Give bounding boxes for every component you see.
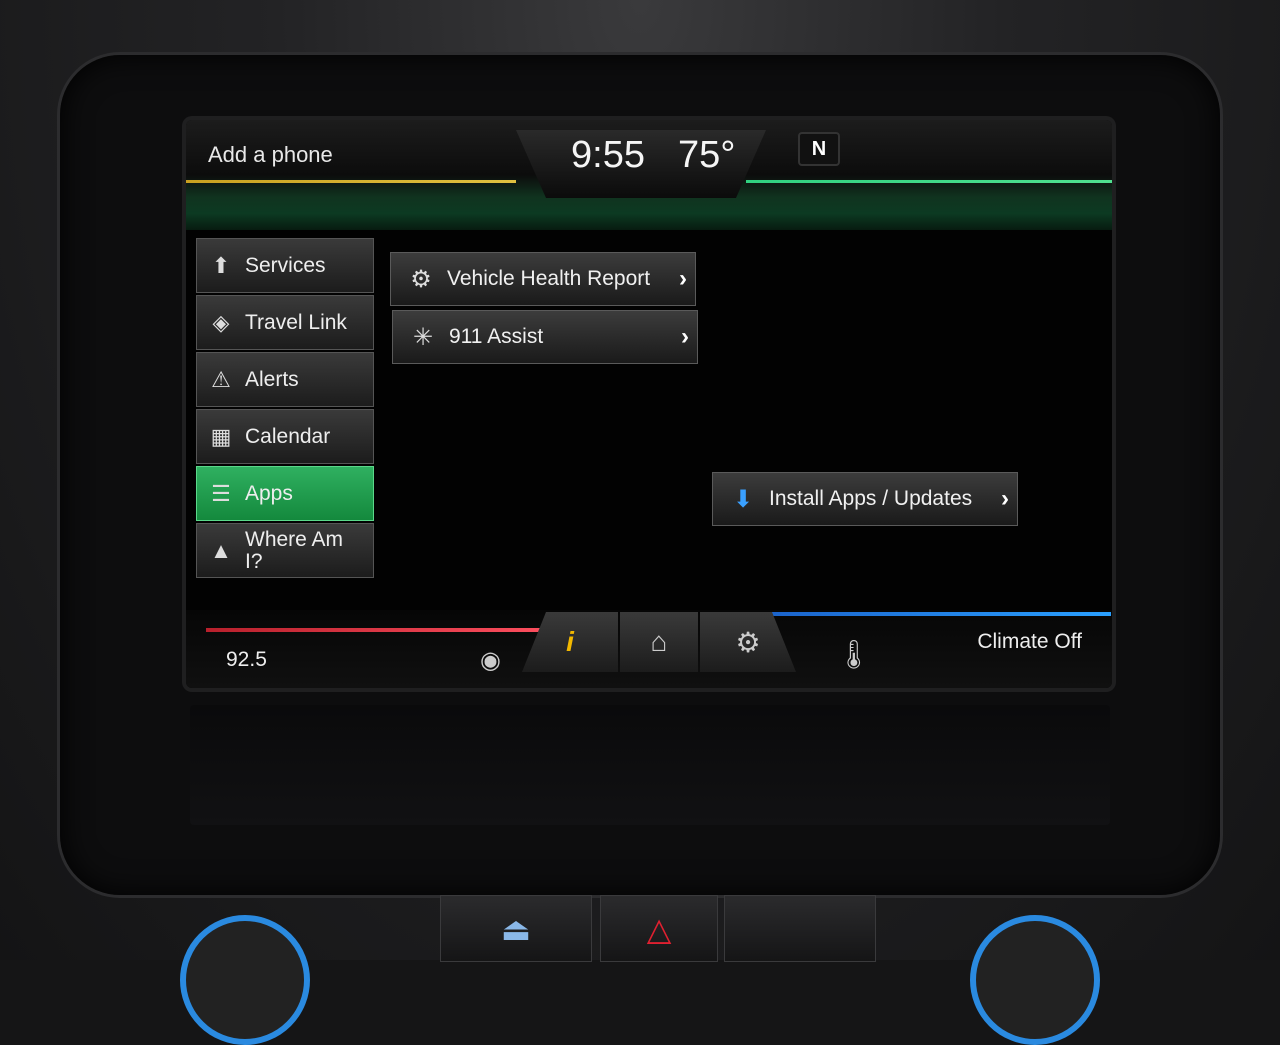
status-bar: Add a phone 9:55 75° N	[186, 120, 1112, 230]
services-icon: ⬆	[211, 252, 231, 278]
chevron-right-icon: ›	[1001, 485, 1009, 512]
home-icon: ⌂	[650, 626, 668, 657]
clock-time: 9:55	[571, 134, 645, 176]
add-phone-label[interactable]: Add a phone	[208, 142, 333, 168]
travel-link-icon: ◈	[212, 309, 230, 335]
audio-accent-line	[206, 628, 556, 632]
side-item-label: Services	[245, 253, 326, 277]
hazard-icon: △	[646, 910, 672, 947]
side-item-label: Alerts	[245, 367, 299, 391]
star-of-life-icon: ✳	[412, 323, 434, 351]
location-arrow-icon: ▲	[210, 537, 232, 563]
install-apps-button[interactable]: ⬇ Install Apps / Updates ›	[712, 472, 1018, 526]
thermometer-icon[interactable]: 🌡	[836, 638, 872, 671]
climate-accent-line	[751, 612, 1111, 616]
side-item-label: Calendar	[245, 424, 331, 448]
side-item-where-am-i[interactable]: ▲ Where Am I?	[196, 523, 374, 578]
eject-button[interactable]: ⏏	[440, 895, 592, 962]
outside-temperature: 75°	[678, 134, 736, 176]
lower-trim	[190, 705, 1110, 825]
check-engine-icon: ⚙	[410, 265, 432, 293]
side-menu: ⬆ Services ◈ Travel Link ⚠ Alerts ▦ Cale…	[196, 238, 374, 580]
download-icon: ⬇	[732, 485, 754, 513]
hazard-button[interactable]: △	[600, 895, 718, 962]
home-tab[interactable]: ⌂	[620, 612, 698, 672]
side-item-apps[interactable]: ☰ Apps	[196, 466, 374, 521]
side-item-label: Travel Link	[245, 310, 347, 334]
compass-heading: N	[798, 132, 840, 166]
info-icon: i	[566, 626, 574, 657]
climate-status[interactable]: Climate Off	[977, 630, 1082, 654]
side-item-label: Where Am I?	[245, 527, 344, 573]
side-item-travel-link[interactable]: ◈ Travel Link	[196, 295, 374, 350]
chevron-right-icon: ›	[679, 265, 687, 292]
side-item-calendar[interactable]: ▦ Calendar	[196, 409, 374, 464]
side-item-services[interactable]: ⬆ Services	[196, 238, 374, 293]
radio-signal-icon[interactable]: ◉	[480, 646, 501, 675]
warning-icon: ⚠	[211, 366, 231, 392]
info-tab[interactable]: i	[522, 612, 618, 672]
911-assist-button[interactable]: ✳ 911 Assist ›	[392, 310, 698, 364]
bottom-bar: 92.5 ◉ i ⌂ ⚙ 🌡 Climate Off	[186, 610, 1112, 688]
vehicle-health-report-button[interactable]: ⚙ Vehicle Health Report ›	[390, 252, 696, 306]
settings-tab[interactable]: ⚙	[700, 612, 796, 672]
infotainment-screen: Add a phone 9:55 75° N ⬆ Services ◈ Trav…	[186, 120, 1112, 688]
chevron-right-icon: ›	[681, 323, 689, 350]
eject-icon: ⏏	[500, 910, 532, 947]
status-line-yellow	[186, 180, 516, 183]
gear-icon: ⚙	[735, 626, 761, 658]
right-knob[interactable]	[970, 915, 1100, 1045]
status-line-green	[746, 180, 1112, 183]
911-assist-label: 911 Assist	[449, 325, 544, 348]
install-apps-label: Install Apps / Updates	[769, 487, 973, 510]
blank-button[interactable]	[724, 895, 876, 962]
apps-list-icon: ☰	[211, 480, 231, 506]
left-knob[interactable]	[180, 915, 310, 1045]
side-item-alerts[interactable]: ⚠ Alerts	[196, 352, 374, 407]
vehicle-health-label: Vehicle Health Report	[447, 267, 651, 290]
calendar-icon: ▦	[210, 423, 232, 449]
side-item-label: Apps	[245, 481, 293, 505]
radio-frequency[interactable]: 92.5	[226, 648, 267, 672]
